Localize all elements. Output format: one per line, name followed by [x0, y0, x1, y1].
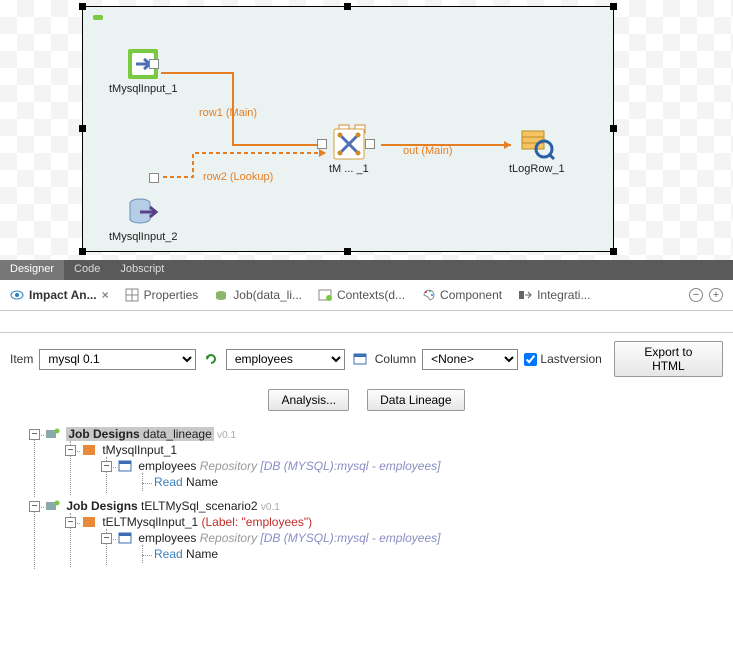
table-select[interactable]: employees [226, 349, 345, 370]
export-html-button[interactable]: Export to HTML [614, 341, 723, 377]
close-icon[interactable]: × [102, 288, 109, 302]
node-label: tMysqlInput_2 [109, 231, 177, 243]
view-impact-analysis[interactable]: Impact An... × [10, 288, 109, 302]
flow-label-out: out (Main) [403, 145, 453, 157]
item-select[interactable]: mysql 0.1 [39, 349, 196, 370]
job-icon [214, 288, 228, 302]
node-label: tM ... _1 [329, 163, 369, 175]
integration-icon [518, 288, 532, 302]
properties-icon [125, 288, 139, 302]
refresh-button[interactable] [202, 350, 220, 368]
analysis-button[interactable]: Analysis... [268, 389, 349, 411]
view-contexts[interactable]: Contexts(d... [318, 288, 405, 302]
lastversion-checkbox[interactable]: Lastversion [524, 352, 601, 366]
tab-jobscript[interactable]: Jobscript [110, 260, 174, 280]
expander-icon[interactable]: − [65, 445, 76, 456]
views-bar: Impact An... × Properties Job(data_li...… [0, 280, 733, 311]
flow-label-row2: row2 (Lookup) [203, 171, 273, 183]
minimize-icon[interactable]: − [689, 288, 703, 302]
column-label: Column [375, 352, 416, 366]
expander-icon[interactable]: − [29, 501, 40, 512]
refresh-icon [204, 352, 218, 366]
palette-icon [421, 288, 435, 302]
view-component[interactable]: Component [421, 288, 502, 302]
job-icon [46, 500, 60, 512]
expander-icon[interactable]: − [65, 517, 76, 528]
filter-toolbar: Item mysql 0.1 employees Column <None> L… [0, 333, 733, 385]
node-label: tMysqlInput_1 [109, 83, 177, 95]
expander-icon[interactable]: − [29, 429, 40, 440]
tree-component[interactable]: tMysqlInput_1 [102, 443, 177, 457]
eye-icon [10, 288, 24, 302]
view-integration[interactable]: Integrati... [518, 288, 590, 302]
tab-designer[interactable]: Designer [0, 260, 64, 280]
table-icon [351, 350, 369, 368]
component-icon [82, 444, 96, 456]
node-tmap[interactable]: tM ... _1 [329, 127, 369, 175]
view-job[interactable]: Job(data_li... [214, 288, 302, 302]
data-lineage-button[interactable]: Data Lineage [367, 389, 464, 411]
component-icon [82, 516, 96, 528]
view-properties[interactable]: Properties [125, 288, 199, 302]
job-icon [46, 428, 60, 440]
node-tmysqlinput-2[interactable]: tMysqlInput_2 [109, 195, 177, 243]
node-label: tLogRow_1 [509, 163, 565, 175]
expander-icon[interactable]: − [101, 461, 112, 472]
impact-tree[interactable]: − Job Designs data_lineage v0.1 − tMysql… [0, 421, 733, 585]
maximize-icon[interactable]: + [709, 288, 723, 302]
column-select[interactable]: <None> [422, 349, 518, 370]
node-tmysqlinput-1[interactable]: tMysqlInput_1 [109, 47, 177, 95]
editor-tabs: Designer Code Jobscript [0, 260, 733, 280]
item-label: Item [10, 352, 33, 366]
expander-icon[interactable]: − [101, 533, 112, 544]
contexts-icon [318, 288, 332, 302]
table-icon [118, 532, 132, 544]
node-tlogrow[interactable]: tLogRow_1 [509, 127, 565, 175]
canvas-frame: row1 (Main) out (Main) row2 (Lookup) tMy… [82, 6, 614, 252]
table-icon [118, 460, 132, 472]
design-canvas[interactable]: row1 (Main) out (Main) row2 (Lookup) tMy… [0, 0, 733, 260]
tab-code[interactable]: Code [64, 260, 110, 280]
flow-label-row1: row1 (Main) [199, 107, 257, 119]
